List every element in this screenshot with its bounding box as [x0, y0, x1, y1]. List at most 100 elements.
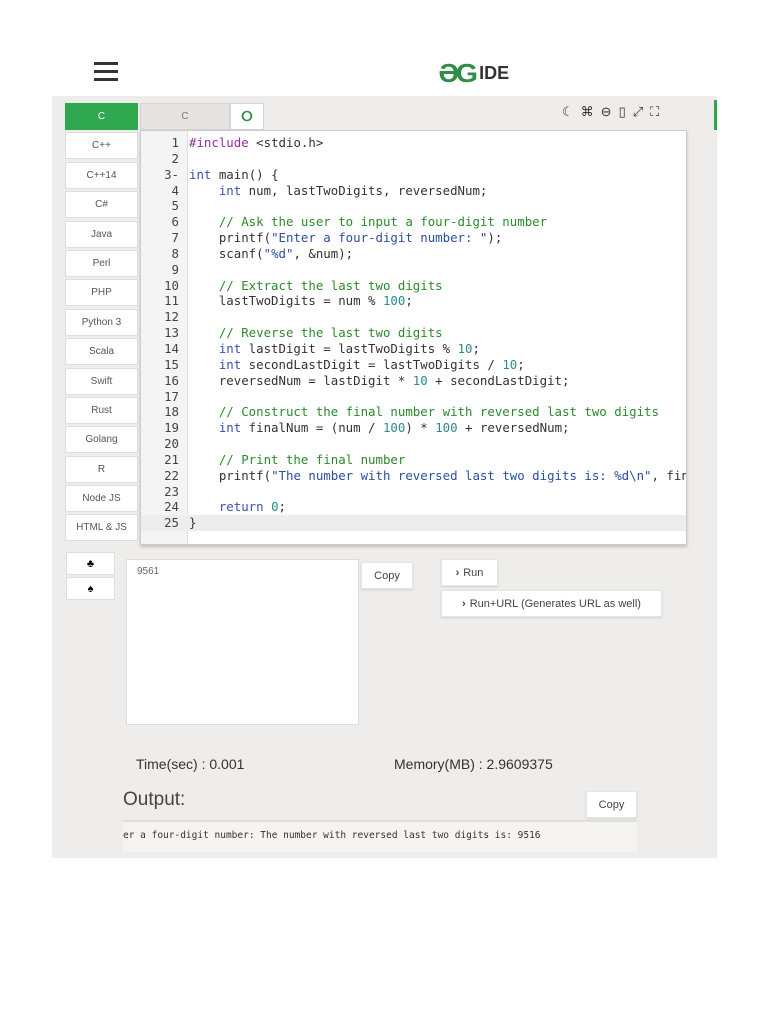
line-number: 13: [164, 325, 179, 341]
line-number: 10: [164, 277, 179, 293]
code-line: 23: [141, 484, 686, 500]
moon-icon[interactable]: ☾: [562, 104, 574, 120]
stdin-input[interactable]: 9561: [126, 559, 359, 725]
code-line: 5: [141, 198, 686, 214]
code-line: 24 return 0;: [141, 499, 686, 515]
code-token: secondLastDigit = lastTwoDigits /: [241, 356, 503, 372]
gfg-logo-icon: ƏG: [438, 58, 478, 88]
code-token: );: [487, 230, 503, 246]
code-token: scanf(: [189, 245, 264, 261]
language-rust[interactable]: Rust: [65, 396, 138, 424]
code-editor[interactable]: 1 #include <stdio.h> 2 3- int main() {4 int …: [140, 130, 687, 545]
copy-input-button[interactable]: Copy: [361, 562, 413, 589]
expand-icon[interactable]: ⤢: [633, 104, 643, 120]
code-token: // Reverse the last two digits: [189, 325, 443, 341]
code-token: return: [189, 499, 264, 515]
language-python-3[interactable]: Python 3: [65, 308, 138, 336]
language-c-[interactable]: C++: [65, 132, 138, 160]
line-number: 22: [164, 467, 179, 483]
language-r[interactable]: R: [65, 455, 138, 483]
code-line: 3- int main() {: [141, 167, 686, 183]
code-token: "%d": [263, 245, 294, 261]
code-token: ;: [278, 499, 287, 515]
line-number: 5: [171, 198, 179, 214]
io-toggle: ♣ ♠: [66, 552, 115, 602]
code-token: 10: [412, 372, 428, 388]
code-line: 2: [141, 151, 686, 167]
logo[interactable]: ƏG IDE: [438, 58, 509, 89]
code-token: int: [189, 356, 242, 372]
download-icon[interactable]: ♠: [66, 577, 115, 600]
code-line: 8 scanf("%d", &num);: [141, 246, 686, 262]
code-line: 1 #include <stdio.h>: [141, 135, 686, 151]
hamburger-menu-icon[interactable]: [94, 62, 118, 82]
file-icon[interactable]: ▯: [619, 104, 626, 120]
copy-output-button[interactable]: Copy: [586, 791, 637, 818]
code-line: 7 printf("Enter a four-digit number: ");: [141, 230, 686, 246]
line-number: 9: [171, 261, 179, 277]
code-token: 100: [382, 293, 406, 309]
language-scala[interactable]: Scala: [65, 338, 138, 366]
fullscreen-icon[interactable]: ⛶: [650, 104, 659, 120]
code-line: 18 // Construct the final number with re…: [141, 404, 686, 420]
language-swift[interactable]: Swift: [65, 367, 138, 395]
code-line: 9: [141, 262, 686, 278]
code-token: lastTwoDigits = num %: [189, 293, 383, 309]
code-token: // Print the final number: [189, 451, 406, 467]
language-list: C C++ C++14 C# Java Perl PHP Python 3 Scala Swift…: [65, 103, 138, 544]
upload-icon[interactable]: ♣: [66, 552, 115, 575]
code-token: lastDigit = lastTwoDigits %: [241, 340, 458, 356]
line-number: 3-: [164, 166, 179, 182]
code-token: // Construct the final number with rever…: [189, 404, 659, 420]
language-php[interactable]: PHP: [65, 279, 138, 307]
code-token: ;: [517, 356, 525, 372]
run-label: Run: [463, 566, 484, 579]
run-url-button[interactable]: › Run+URL (Generates URL as well): [441, 590, 662, 617]
code-token: printf(: [189, 230, 272, 246]
code-token: int: [189, 166, 212, 182]
code-line: 19 int finalNum = (num / 100) * 100 + re…: [141, 420, 686, 436]
code-line: 20: [141, 436, 686, 452]
line-number: 4: [171, 182, 179, 198]
command-icon[interactable]: ⌘: [581, 104, 594, 120]
line-number: 18: [164, 404, 179, 420]
line-number: 6: [171, 214, 179, 230]
code-line: 25}: [141, 515, 686, 532]
code-line: 6 // Ask the user to input a four-digit …: [141, 214, 686, 230]
line-number: 23: [164, 483, 179, 499]
output-label: Output:: [123, 789, 186, 810]
line-number: 21: [164, 451, 179, 467]
language-node-js[interactable]: Node JS: [65, 485, 138, 513]
language-html-js[interactable]: HTML & JS: [65, 514, 138, 542]
line-number: 8: [171, 245, 179, 261]
tab-file[interactable]: C: [140, 103, 230, 130]
add-tab-button[interactable]: ⭘: [230, 103, 264, 130]
code-token: printf(: [189, 467, 272, 483]
language-java[interactable]: Java: [65, 220, 138, 248]
line-number: 20: [164, 436, 179, 452]
output-text: er a four-digit number: The number with …: [123, 820, 637, 852]
language-perl[interactable]: Perl: [65, 249, 138, 277]
code-line: 10 // Extract the last two digits: [141, 278, 686, 294]
code-token: <stdio.h>: [248, 135, 324, 150]
language-golang[interactable]: Golang: [65, 426, 138, 454]
language-c[interactable]: C: [65, 103, 138, 130]
code-token: int: [189, 420, 242, 436]
code-token: + secondLastDigit;: [427, 372, 570, 388]
language-c-14[interactable]: C++14: [65, 161, 138, 189]
memory-stat: Memory(MB) : 2.9609375: [394, 756, 553, 772]
editor-tabs: C ⭘: [140, 103, 264, 130]
run-button[interactable]: › Run: [441, 559, 498, 586]
code-token: 100: [382, 420, 406, 436]
code-line: 21 // Print the final number: [141, 452, 686, 468]
line-number: 19: [164, 420, 179, 436]
code-token: 10: [502, 356, 518, 372]
zoom-icon[interactable]: ⊖: [601, 104, 612, 120]
run-url-label: Run+URL (Generates URL as well): [469, 597, 641, 610]
code-token: 0: [271, 499, 279, 515]
code-token: int: [189, 182, 242, 198]
language-c-[interactable]: C#: [65, 191, 138, 219]
code-line: 12: [141, 309, 686, 325]
line-number: 17: [164, 388, 179, 404]
line-number: 1: [171, 135, 179, 150]
